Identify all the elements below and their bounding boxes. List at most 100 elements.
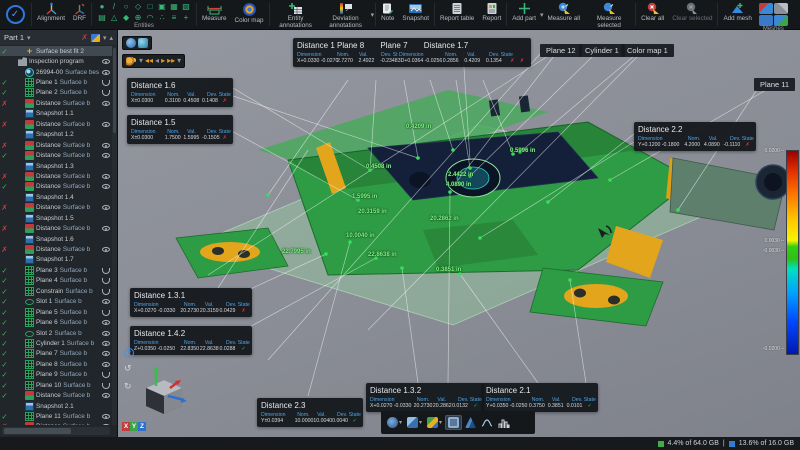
- tree-row[interactable]: Snapshot 1.7: [0, 255, 112, 265]
- tree-row[interactable]: 26994-00 Surface bes: [0, 67, 112, 77]
- row-visibility-icon[interactable]: [101, 109, 111, 118]
- color-filter-icon[interactable]: [90, 33, 100, 42]
- row-visibility-icon[interactable]: [101, 182, 111, 191]
- annotation-panel-distance-1-5[interactable]: Distance 1.5 Dimension Nom. Val. Dev. State…: [127, 115, 233, 144]
- measure-button[interactable]: Measure: [198, 0, 231, 29]
- color-map-button[interactable]: Color map: [231, 0, 268, 29]
- entity-type-icon[interactable]: ○: [120, 1, 132, 12]
- measure-selected-button[interactable]: Measure selected: [584, 0, 634, 29]
- curve-view-button[interactable]: [479, 416, 495, 430]
- row-visibility-icon[interactable]: [101, 172, 111, 181]
- clip-view-button[interactable]: [463, 416, 478, 429]
- annotation-panel-distance-1-7[interactable]: Distance 1 Plane 8 Plane 7 Distance 1.7 …: [293, 38, 531, 67]
- drf-button[interactable]: DRF: [69, 0, 90, 29]
- tree-row[interactable]: Distance Surface b: [0, 223, 112, 234]
- tree-row[interactable]: Slot 2 Surface b: [0, 328, 112, 338]
- tree-row[interactable]: Distance Surface b: [0, 182, 112, 192]
- row-visibility-icon[interactable]: [101, 141, 111, 150]
- device-dropdown[interactable]: ▾: [139, 56, 143, 66]
- entity-type-icon[interactable]: ▦: [168, 1, 180, 12]
- tree-horizontal-scrollbar[interactable]: [2, 427, 110, 435]
- tree-row[interactable]: Inspection program: [0, 56, 112, 67]
- step-back-icon[interactable]: ◂: [155, 56, 159, 66]
- row-visibility-icon[interactable]: [101, 391, 111, 400]
- tree-row[interactable]: Distance Surface b: [0, 119, 112, 129]
- probe-device-icon[interactable]: [126, 56, 137, 66]
- playback-dropdown[interactable]: ▾: [177, 56, 181, 66]
- axis-labels[interactable]: XYZ: [122, 422, 146, 431]
- histogram-view-button[interactable]: [496, 416, 512, 430]
- row-visibility-icon[interactable]: [101, 162, 111, 171]
- tree-row[interactable]: Distance Surface b: [0, 150, 112, 161]
- add-part-button[interactable]: Add part: [508, 0, 540, 29]
- note-button[interactable]: Note: [377, 0, 398, 29]
- tree-row[interactable]: Plane 5 Surface b: [0, 307, 112, 317]
- row-visibility-icon[interactable]: [101, 245, 111, 254]
- snapshot-button[interactable]: Snapshot: [398, 0, 433, 29]
- tree-row[interactable]: Snapshot 1.4: [0, 192, 112, 202]
- tree-row[interactable]: Plane 2 Surface b: [0, 88, 112, 98]
- entity-type-icon[interactable]: ∴: [156, 12, 168, 23]
- mesh-style-button[interactable]: ▾: [385, 416, 404, 429]
- entity-type-icon[interactable]: △: [108, 12, 120, 23]
- row-visibility-icon[interactable]: [101, 360, 111, 369]
- measure-all-button[interactable]: Measure all: [544, 0, 585, 29]
- row-visibility-icon[interactable]: [101, 130, 111, 139]
- mesh-scissors-icon[interactable]: [773, 3, 788, 14]
- rotate-cw-icon[interactable]: ↻: [124, 382, 132, 391]
- row-visibility-icon[interactable]: [101, 78, 111, 87]
- row-visibility-icon[interactable]: [101, 370, 111, 379]
- row-visibility-icon[interactable]: [101, 99, 111, 108]
- tree-row[interactable]: Snapshot 1.2: [0, 130, 112, 140]
- filter-dropdown[interactable]: ▾: [103, 34, 107, 42]
- mesh-patch-icon[interactable]: [773, 15, 788, 26]
- clear-all-button[interactable]: Clear all: [637, 0, 668, 29]
- tree-row[interactable]: Plane 7 Surface b: [0, 349, 112, 359]
- rotate-ccw-icon[interactable]: ↺: [124, 364, 132, 373]
- row-visibility-icon[interactable]: [101, 381, 111, 390]
- entity-type-icon[interactable]: ▧: [180, 1, 192, 12]
- part-selector-dropdown[interactable]: ▾: [27, 34, 31, 42]
- skip-forward-icon[interactable]: ▸▸: [167, 56, 175, 66]
- entity-type-icon[interactable]: ◇: [132, 1, 144, 12]
- play-forward-icon[interactable]: ▸: [161, 56, 165, 66]
- snapshot-view-button[interactable]: [445, 415, 463, 430]
- surface-display-icon[interactable]: [126, 38, 136, 48]
- skip-back-icon[interactable]: ◂◂: [145, 56, 153, 66]
- tree-row[interactable]: Distance Surface b: [0, 390, 112, 401]
- mesh-display-icon[interactable]: [138, 38, 148, 48]
- entity-type-icon[interactable]: ⊕: [132, 12, 144, 23]
- deviation-annotations-dropdown[interactable]: ▾: [371, 11, 375, 19]
- entity-type-icon[interactable]: ◠: [144, 12, 156, 23]
- tree-row[interactable]: Plane 10 Surface b: [0, 380, 112, 390]
- deviation-annotations-button[interactable]: Deviation annotations: [321, 0, 371, 29]
- tree-row[interactable]: Distance Surface b: [0, 171, 112, 181]
- tree-vertical-scrollbar[interactable]: [112, 46, 117, 425]
- row-visibility-icon[interactable]: [101, 224, 111, 233]
- row-visibility-icon[interactable]: [101, 255, 111, 264]
- row-visibility-icon[interactable]: [101, 151, 111, 160]
- tree-row[interactable]: Snapshot 1.5: [0, 213, 112, 223]
- entity-type-icon[interactable]: +: [180, 12, 192, 23]
- row-visibility-icon[interactable]: [101, 349, 111, 358]
- mesh-square-icon[interactable]: [758, 15, 773, 26]
- colormap-style-button[interactable]: ▾: [425, 416, 444, 429]
- row-visibility-icon[interactable]: [101, 422, 111, 425]
- mouse-help-icon[interactable]: ?: [124, 348, 134, 358]
- entity-type-icon[interactable]: ▤: [96, 12, 108, 23]
- row-visibility-icon[interactable]: [101, 308, 111, 317]
- mesh-flag-icon[interactable]: [758, 3, 773, 14]
- tree-row[interactable]: Plane 11 Surface b: [0, 411, 112, 422]
- row-visibility-icon[interactable]: [101, 193, 111, 202]
- annotation-panel-distance-1-6[interactable]: Distance 1.6 Dimension Nom. Val. Dev. State…: [127, 78, 233, 107]
- row-visibility-icon[interactable]: [101, 266, 111, 275]
- annotation-panel-distance-2-1[interactable]: Distance 2.1 Dimension Nom. Val. Dev. State…: [482, 383, 598, 412]
- row-visibility-icon[interactable]: [101, 88, 111, 97]
- tree-row[interactable]: Slot 1 Surface b: [0, 297, 112, 307]
- tree-row[interactable]: Surface best fit 2: [0, 46, 112, 57]
- part-selector[interactable]: Part 1: [4, 33, 24, 42]
- entity-type-icon[interactable]: /: [108, 1, 120, 12]
- annotation-panel-distance-2-3[interactable]: Distance 2.3 Dimension Nom. Val. Dev. State…: [257, 398, 363, 427]
- tree-row[interactable]: Snapshot 1.1: [0, 109, 112, 119]
- nav-cube[interactable]: [134, 362, 196, 420]
